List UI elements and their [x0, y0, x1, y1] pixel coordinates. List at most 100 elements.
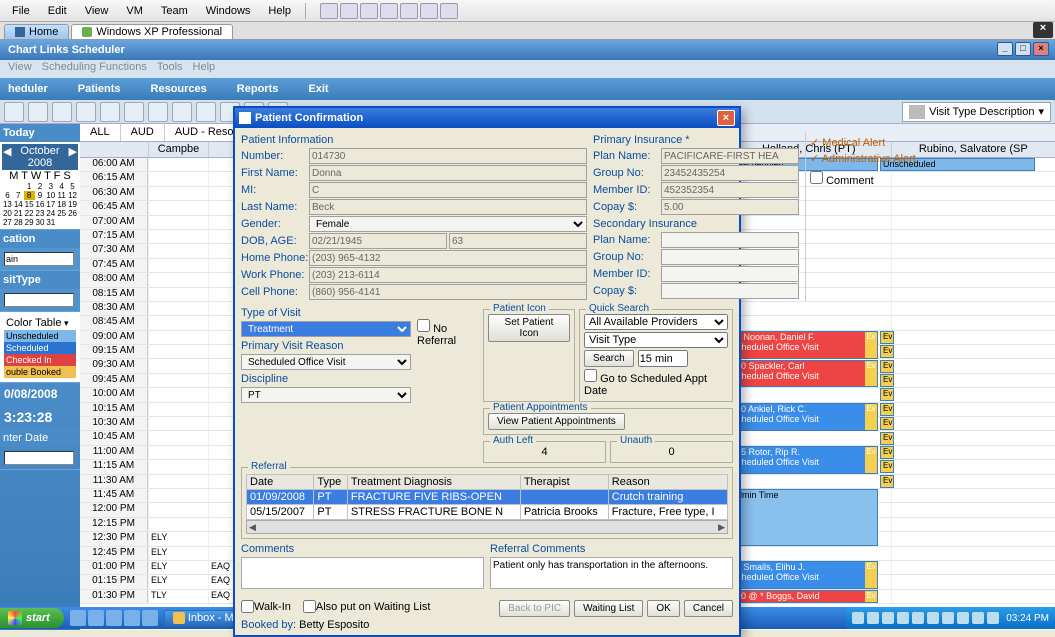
cancel-button[interactable]: Cancel [684, 600, 733, 617]
tray-icon[interactable] [897, 612, 909, 624]
waiting-list-button[interactable]: Waiting List [574, 600, 643, 617]
start-button[interactable]: start [0, 608, 64, 628]
vm-menu-file[interactable]: File [4, 3, 38, 19]
quick-launch-icon[interactable] [142, 610, 158, 626]
quick-launch-icon[interactable] [88, 610, 104, 626]
appointment-block[interactable]: $20 @ * Boggs, DavidEv [728, 590, 878, 603]
quick-launch-icon[interactable] [124, 610, 140, 626]
tab-aud[interactable]: AUD [121, 124, 165, 141]
waiting-list-checkbox[interactable] [303, 600, 316, 613]
no-referral-checkbox[interactable] [417, 319, 430, 332]
view-patient-appointments-button[interactable]: View Patient Appointments [488, 413, 625, 430]
mini-calendar[interactable]: ◀October 2008▶ M T W T F S 1234567891011… [0, 142, 80, 230]
set-patient-icon-button[interactable]: Set Patient Icon [488, 314, 570, 342]
type-of-visit-select[interactable]: Treatment [241, 321, 411, 337]
referral-scrollbar[interactable]: ◀▶ [246, 520, 728, 534]
nav-patients[interactable]: Patients [78, 83, 121, 95]
sec-member-field[interactable] [661, 266, 799, 282]
search-button[interactable]: Search [584, 350, 634, 367]
appointment-block[interactable]: Admin Time [728, 489, 878, 546]
vm-toolbar-icon[interactable] [360, 3, 378, 19]
vm-menu-help[interactable]: Help [260, 3, 299, 19]
vm-toolbar-icon[interactable] [400, 3, 418, 19]
nav-resources[interactable]: Resources [151, 83, 207, 95]
tab-windows-xp[interactable]: Windows XP Professional [71, 24, 233, 39]
toolbar-button[interactable] [148, 102, 168, 122]
vm-close-button[interactable]: × [1033, 22, 1053, 38]
toolbar-button[interactable] [76, 102, 96, 122]
visit-type-select[interactable]: Visit Type [584, 332, 728, 348]
toolbar-button[interactable] [52, 102, 72, 122]
quick-launch-icon[interactable] [70, 610, 86, 626]
vm-menu-vm[interactable]: VM [118, 3, 151, 19]
nav-scheduler[interactable]: heduler [8, 83, 48, 95]
dialog-title-bar[interactable]: Patient Confirmation × [235, 108, 739, 128]
tray-icon[interactable] [987, 612, 999, 624]
app-menu-scheduling[interactable]: Scheduling Functions [42, 61, 147, 77]
ok-button[interactable]: OK [647, 600, 679, 617]
visit-type-description-button[interactable]: Visit Type Description ▾ [902, 102, 1051, 122]
comment-checkbox[interactable] [810, 171, 823, 184]
toolbar-button[interactable] [100, 102, 120, 122]
comments-textarea[interactable] [241, 557, 484, 589]
sec-group-field[interactable] [661, 249, 799, 265]
enter-date-input[interactable] [4, 451, 74, 465]
vm-menu-team[interactable]: Team [153, 3, 196, 19]
providers-select[interactable]: All Available Providers [584, 314, 728, 330]
toolbar-button[interactable] [196, 102, 216, 122]
vm-menu-view[interactable]: View [77, 3, 117, 19]
tab-all[interactable]: ALL [80, 124, 121, 141]
referral-row[interactable]: 01/09/2008PTFRACTURE FIVE RIBS-OPENCrutc… [247, 490, 728, 505]
vm-toolbar-icon[interactable] [340, 3, 358, 19]
app-menu-view[interactable]: View [8, 61, 32, 77]
cal-prev[interactable]: ◀ [3, 145, 11, 169]
vm-menu-edit[interactable]: Edit [40, 3, 75, 19]
referral-table[interactable]: DateTypeTreatment DiagnosisTherapistReas… [246, 474, 728, 520]
vm-menu-windows[interactable]: Windows [198, 3, 259, 19]
appointment-block[interactable]: $10 Ankiel, Rick C.Scheduled Office Visi… [728, 403, 878, 431]
nav-exit[interactable]: Exit [308, 83, 328, 95]
sec-copay-field[interactable] [661, 283, 799, 299]
tab-home[interactable]: Home [4, 24, 69, 39]
color-table-header[interactable]: Color Table ▾ [4, 316, 76, 330]
cal-next[interactable]: ▶ [69, 145, 77, 169]
clock[interactable]: 03:24 PM [1006, 613, 1049, 624]
tray-icon[interactable] [942, 612, 954, 624]
vm-toolbar-icon[interactable] [320, 3, 338, 19]
tray-icon[interactable] [882, 612, 894, 624]
vm-toolbar-icon[interactable] [380, 3, 398, 19]
duration-spinner[interactable] [638, 350, 688, 367]
tray-icon[interactable] [867, 612, 879, 624]
appointment-block[interactable]: $5 Noonan, Daniel F.Scheduled Office Vis… [728, 331, 878, 359]
toolbar-button[interactable] [124, 102, 144, 122]
maximize-button[interactable]: □ [1015, 42, 1031, 56]
referral-row[interactable]: 05/15/2007PTSTRESS FRACTURE BONE NPatric… [247, 505, 728, 520]
close-button[interactable]: × [1033, 42, 1049, 56]
toolbar-button[interactable] [4, 102, 24, 122]
appointment-block[interactable]: $15 Rotor, Rip R.Scheduled Office VisitE… [728, 446, 878, 474]
tray-icon[interactable] [972, 612, 984, 624]
tray-icon[interactable] [912, 612, 924, 624]
tray-icon[interactable] [927, 612, 939, 624]
app-menu-tools[interactable]: Tools [157, 61, 183, 77]
visit-type-input[interactable] [4, 293, 74, 307]
nav-reports[interactable]: Reports [237, 83, 279, 95]
app-menu-help[interactable]: Help [193, 61, 216, 77]
sec-plan-field[interactable] [661, 232, 799, 248]
tray-icon[interactable] [852, 612, 864, 624]
toolbar-button[interactable] [28, 102, 48, 122]
goto-scheduled-checkbox[interactable] [584, 369, 597, 382]
gender-select[interactable]: Female [309, 216, 587, 232]
appointment-block[interactable]: $20 Spackler, CarlScheduled Office Visit… [728, 360, 878, 388]
vm-toolbar-icon[interactable] [440, 3, 458, 19]
discipline-select[interactable]: PT [241, 387, 411, 403]
walkin-checkbox[interactable] [241, 600, 254, 613]
referral-comments-textarea[interactable] [490, 557, 733, 589]
quick-launch-icon[interactable] [106, 610, 122, 626]
location-input[interactable] [4, 252, 74, 266]
minimize-button[interactable]: _ [997, 42, 1013, 56]
dialog-close-button[interactable]: × [717, 110, 735, 126]
toolbar-button[interactable] [172, 102, 192, 122]
appointment-block[interactable]: $5 Smails, Elihu J.Scheduled Office Visi… [728, 561, 878, 589]
tray-icon[interactable] [957, 612, 969, 624]
